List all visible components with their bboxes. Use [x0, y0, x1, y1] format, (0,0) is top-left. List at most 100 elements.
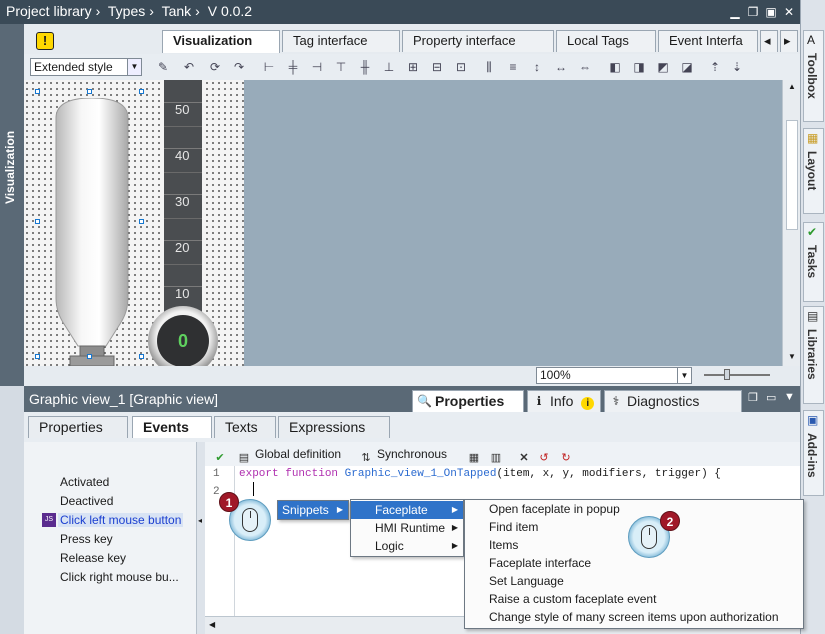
chevron-up-icon[interactable]: ▲ — [788, 82, 796, 91]
grid-icon[interactable]: ▦ — [467, 446, 485, 465]
selection-handle[interactable] — [35, 89, 40, 94]
zoom-slider-handle[interactable] — [724, 369, 730, 380]
menu-item-faceplate-interface[interactable]: Faceplate interface — [465, 554, 591, 572]
undo-icon[interactable]: ↺ — [537, 446, 555, 465]
align-top-icon[interactable]: ⊤ — [334, 60, 348, 74]
same-height-icon[interactable]: ↕ — [530, 60, 544, 74]
style-select[interactable]: Extended style ▼ — [30, 58, 142, 76]
minimize-icon[interactable]: ▭ — [766, 391, 776, 404]
same-size-icon[interactable]: ⇔ — [578, 60, 592, 74]
canvas-background[interactable] — [244, 80, 782, 366]
menu-item-faceplate[interactable]: Faceplate ▶ — [351, 501, 463, 519]
selection-handle[interactable] — [87, 354, 92, 359]
menu-item-logic[interactable]: Logic ▶ — [351, 537, 463, 555]
chevron-left-icon[interactable]: ◀ — [209, 620, 215, 629]
tank-graphic[interactable] — [48, 97, 136, 366]
align-center-icon[interactable]: ╪ — [286, 60, 300, 74]
center-h-icon[interactable]: ⊞ — [406, 60, 420, 74]
screen-canvas[interactable]: 50 40 30 20 10 0 — [24, 80, 782, 366]
tab-scroll-left-icon[interactable]: ◂ — [760, 30, 778, 52]
brush-icon[interactable]: ✎ — [156, 60, 170, 74]
global-definition-button[interactable]: ▤ Global definition — [237, 446, 341, 465]
tab-properties-panel[interactable]: 🔍 Properties — [412, 390, 524, 412]
same-width-icon[interactable]: ↔ — [554, 60, 568, 74]
crumb-types[interactable]: Types — [108, 3, 145, 19]
tasks-tab[interactable]: ✔ Tasks — [803, 222, 824, 302]
selection-handle[interactable] — [139, 89, 144, 94]
delete-icon[interactable]: ✕ — [517, 446, 535, 465]
tab-scroll-right-icon[interactable]: ▸ — [780, 30, 798, 52]
crumb-project-library[interactable]: Project library — [6, 3, 92, 19]
selection-handle[interactable] — [139, 219, 144, 224]
selection-handle[interactable] — [35, 219, 40, 224]
code-line-1[interactable]: export function Graphic_view_1_OnTapped(… — [239, 468, 721, 480]
rotate-left-icon[interactable]: ↶ — [182, 60, 196, 74]
send-backward-icon[interactable]: ◩ — [656, 60, 670, 74]
selection-handle[interactable] — [35, 354, 40, 359]
columns-icon[interactable]: ▥ — [489, 446, 507, 465]
align-middle-icon[interactable]: ╫ — [358, 60, 372, 74]
distribute-h-icon[interactable]: ⫼ — [482, 60, 496, 74]
event-click-right-mouse-button[interactable]: Click right mouse bu... — [60, 570, 179, 584]
close-icon[interactable]: ✕ — [782, 5, 796, 19]
tab-expressions[interactable]: Expressions — [278, 416, 390, 438]
align-right-icon[interactable]: ⊣ — [310, 60, 324, 74]
check-icon[interactable]: ✔ — [213, 446, 231, 465]
layer-down-icon[interactable]: ⇣ — [730, 60, 744, 74]
crumb-version[interactable]: V 0.0.2 — [208, 3, 252, 19]
menu-item-set-language[interactable]: Set Language — [465, 572, 564, 590]
menu-item-hmi-runtime[interactable]: HMI Runtime ▶ — [351, 519, 463, 537]
selection-handle[interactable] — [139, 354, 144, 359]
rotate-right-icon[interactable]: ↷ — [232, 60, 246, 74]
zoom-slider[interactable] — [704, 374, 770, 376]
canvas-vertical-scrollbar[interactable]: ▲ ▼ — [782, 80, 800, 366]
chevron-down-icon[interactable]: ▼ — [677, 368, 691, 383]
menu-item-items[interactable]: Items — [465, 536, 518, 554]
send-back-icon[interactable]: ◪ — [680, 60, 694, 74]
event-release-key[interactable]: Release key — [60, 551, 126, 565]
align-bottom-icon[interactable]: ⊥ — [382, 60, 396, 74]
tab-texts[interactable]: Texts — [214, 416, 276, 438]
menu-item-snippets[interactable]: Snippets ▶ — [278, 501, 348, 519]
tab-info-panel[interactable]: ℹ Info i — [527, 390, 601, 412]
menu-item-raise-custom-faceplate-event[interactable]: Raise a custom faceplate event — [465, 590, 656, 608]
tab-event-interface[interactable]: Event Interfa — [658, 30, 758, 52]
add-ins-tab[interactable]: ▣ Add-ins — [803, 410, 824, 496]
float-icon[interactable]: ▣ — [764, 5, 778, 19]
selection-handle[interactable] — [87, 89, 92, 94]
crumb-tank[interactable]: Tank — [162, 3, 192, 19]
redo-icon[interactable]: ↻ — [559, 446, 577, 465]
zoom-select[interactable]: 100% ▼ — [536, 367, 692, 384]
panel-splitter[interactable]: ◂ — [197, 442, 205, 634]
menu-item-open-faceplate-in-popup[interactable]: Open faceplate in popup — [465, 500, 620, 518]
event-click-left-mouse-button[interactable]: Click left mouse button — [58, 513, 184, 527]
menu-item-find-item[interactable]: Find item — [465, 518, 538, 536]
event-deactived[interactable]: Deactived — [60, 494, 113, 508]
distribute-v-icon[interactable]: ≡ — [506, 60, 520, 74]
center-both-icon[interactable]: ⊡ — [454, 60, 468, 74]
event-activated[interactable]: Activated — [60, 475, 109, 489]
tab-properties[interactable]: Properties — [28, 416, 128, 438]
menu-item-change-style-upon-authorization[interactable]: Change style of many screen items upon a… — [465, 608, 779, 626]
tab-diagnostics-panel[interactable]: ⚕ Diagnostics — [604, 390, 742, 412]
restore-icon[interactable]: ❐ — [746, 5, 760, 19]
synchronous-button[interactable]: ⇅ Synchronous — [359, 446, 447, 465]
toolbox-tab[interactable]: A Toolbox — [803, 30, 824, 122]
warning-icon[interactable]: ! — [36, 32, 54, 50]
center-v-icon[interactable]: ⊟ — [430, 60, 444, 74]
bring-front-icon[interactable]: ◧ — [608, 60, 622, 74]
scrollbar-thumb[interactable] — [786, 120, 798, 230]
level-scale[interactable]: 50 40 30 20 10 — [164, 80, 202, 312]
bring-forward-icon[interactable]: ◨ — [632, 60, 646, 74]
collapse-left-icon[interactable]: ◂ — [198, 516, 202, 525]
layer-up-icon[interactable]: ⇡ — [708, 60, 722, 74]
chevron-down-icon[interactable]: ▼ — [784, 391, 795, 403]
tab-events[interactable]: Events — [132, 416, 212, 438]
chevron-down-icon[interactable]: ▼ — [127, 59, 141, 75]
rotate-icon[interactable]: ⟳ — [208, 60, 222, 74]
tab-visualization[interactable]: Visualization — [162, 30, 280, 53]
restore-icon[interactable]: ❐ — [748, 391, 758, 404]
event-press-key[interactable]: Press key — [60, 532, 113, 546]
tab-local-tags[interactable]: Local Tags — [556, 30, 656, 52]
align-left-icon[interactable]: ⊢ — [262, 60, 276, 74]
